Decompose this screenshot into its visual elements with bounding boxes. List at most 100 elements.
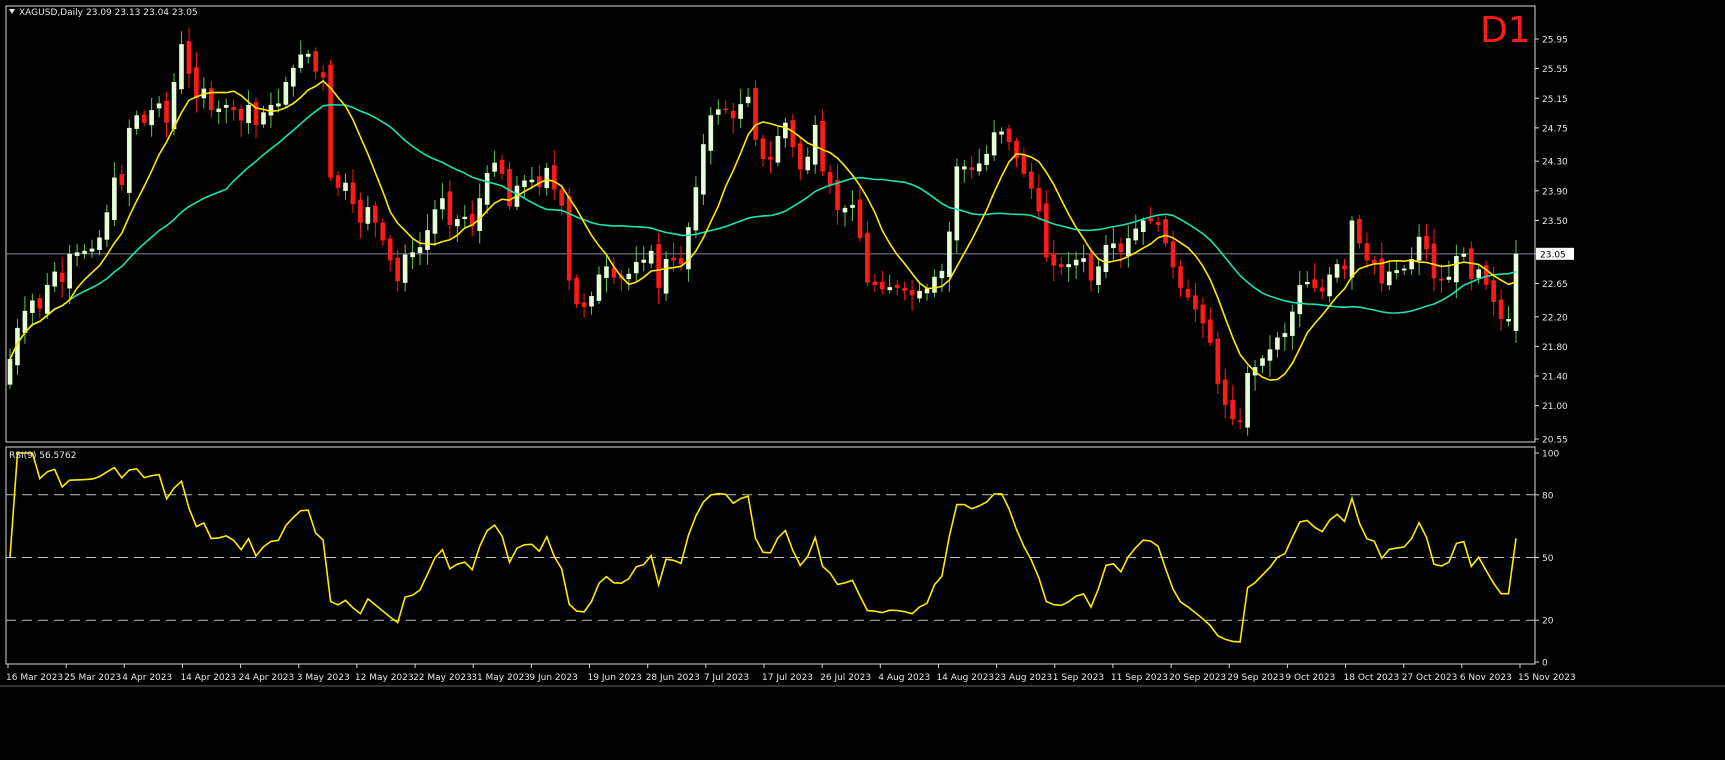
candle-body <box>290 67 296 87</box>
candle-body <box>879 281 885 290</box>
candle-body <box>1126 238 1131 256</box>
candle-body <box>298 54 304 68</box>
candle-body <box>961 166 967 170</box>
candle-body <box>1118 243 1124 253</box>
candle-body <box>261 112 266 125</box>
candle-body <box>447 191 453 225</box>
candle-body <box>1245 373 1250 428</box>
candle-body <box>633 261 639 274</box>
candle-body <box>455 219 460 227</box>
date-tick-label: 19 Jun 2023 <box>588 673 642 683</box>
candle-body <box>440 198 445 210</box>
candle-body <box>246 104 251 124</box>
candle-body <box>238 108 244 121</box>
candle-body <box>59 272 65 282</box>
price-tick-label: 22.65 <box>1542 280 1568 290</box>
candle-body <box>432 209 438 234</box>
candle-body <box>104 212 110 240</box>
candle-body <box>1058 264 1064 268</box>
candle-body <box>626 273 632 279</box>
date-tick-label: 26 Jul 2023 <box>820 673 871 683</box>
candle-body <box>305 53 311 57</box>
candle-body <box>1312 279 1318 288</box>
candle-body <box>89 248 95 252</box>
rsi-tick-label: 100 <box>1542 450 1559 460</box>
candle-body <box>365 207 371 224</box>
candle-body <box>164 100 169 123</box>
candle-body <box>1260 358 1265 366</box>
current-price-label: 23.05 <box>1540 250 1566 260</box>
symbol-timeframe: XAGUSD,Daily <box>19 8 84 18</box>
date-tick-label: 1 Sep 2023 <box>1053 673 1104 683</box>
candle-body <box>991 132 997 156</box>
rsi-tick-label: 50 <box>1542 554 1554 564</box>
candle-body <box>693 187 699 231</box>
candle-body <box>1088 254 1094 281</box>
candle-body <box>1237 420 1243 422</box>
candle-body <box>1513 253 1519 331</box>
main-pane-frame <box>5 5 1536 443</box>
chart-canvas: 25.95 25.55 25.15 24.75 24.30 23.90 23.50 23.05… <box>0 5 1725 687</box>
candle-body <box>984 153 989 165</box>
date-tick-label: 14 Apr 2023 <box>180 673 236 683</box>
candle-body <box>1290 311 1295 336</box>
candle-body <box>648 250 654 264</box>
candle-body <box>253 102 259 125</box>
candle-body <box>186 41 192 74</box>
candle-body <box>1222 379 1228 405</box>
candle-body <box>462 216 468 220</box>
candle-body <box>589 296 594 307</box>
candle-body <box>947 231 952 277</box>
candle-body <box>1454 256 1459 283</box>
candle-body <box>805 156 811 171</box>
candle-body <box>112 177 117 221</box>
ohlc-values: 23.09 23.13 23.04 23.05 <box>86 8 198 18</box>
candle-body <box>358 199 363 223</box>
candle-body <box>820 120 825 172</box>
candle-body <box>678 258 684 265</box>
candle-body <box>730 111 736 119</box>
candle-body <box>1282 333 1288 337</box>
candle-body <box>1357 218 1362 244</box>
candle-body <box>380 222 386 241</box>
date-tick-label: 14 Aug 2023 <box>936 673 994 683</box>
candle-body <box>1148 218 1153 222</box>
price-tick-label: 22.20 <box>1542 313 1568 323</box>
candle-body <box>715 109 721 115</box>
candle-body <box>149 110 154 126</box>
candle-body <box>753 88 758 140</box>
candle-body <box>723 108 729 111</box>
candle-body <box>842 207 848 213</box>
price-tick-label: 20.55 <box>1542 436 1568 446</box>
date-tick-label: 4 Aug 2023 <box>878 673 930 683</box>
candle-body <box>1394 270 1400 274</box>
collapse-triangle-icon[interactable] <box>9 9 15 14</box>
candle-body <box>768 156 773 160</box>
candle-body <box>1215 338 1221 385</box>
candle-body <box>1133 228 1139 241</box>
date-tick-label: 3 May 2023 <box>297 673 350 683</box>
date-tick-label: 7 Jul 2023 <box>704 673 749 683</box>
price-tick-label: 21.00 <box>1542 402 1568 412</box>
candle-body <box>1230 400 1236 419</box>
candle-body <box>1066 264 1071 268</box>
candle-body <box>671 257 676 261</box>
candle-body <box>1424 235 1429 250</box>
candle-body <box>1476 269 1482 278</box>
candle-body <box>194 67 199 99</box>
rsi-pane-frame <box>5 446 1536 665</box>
candle-body <box>872 281 878 285</box>
rsi-tick-label: 20 <box>1542 617 1554 627</box>
date-tick-label: 22 May 2023 <box>413 673 472 683</box>
date-tick-label: 27 Oct 2023 <box>1402 673 1458 683</box>
candle-body <box>1327 274 1332 297</box>
candle-body <box>1006 128 1012 142</box>
candle-body <box>1267 349 1273 361</box>
candle-body <box>179 44 184 90</box>
candle-body <box>1416 236 1422 261</box>
candle-body <box>477 198 483 231</box>
candle-body <box>484 173 490 205</box>
price-tick-label: 21.80 <box>1542 343 1568 353</box>
candle-body <box>708 115 714 151</box>
candle-body <box>1111 243 1116 249</box>
